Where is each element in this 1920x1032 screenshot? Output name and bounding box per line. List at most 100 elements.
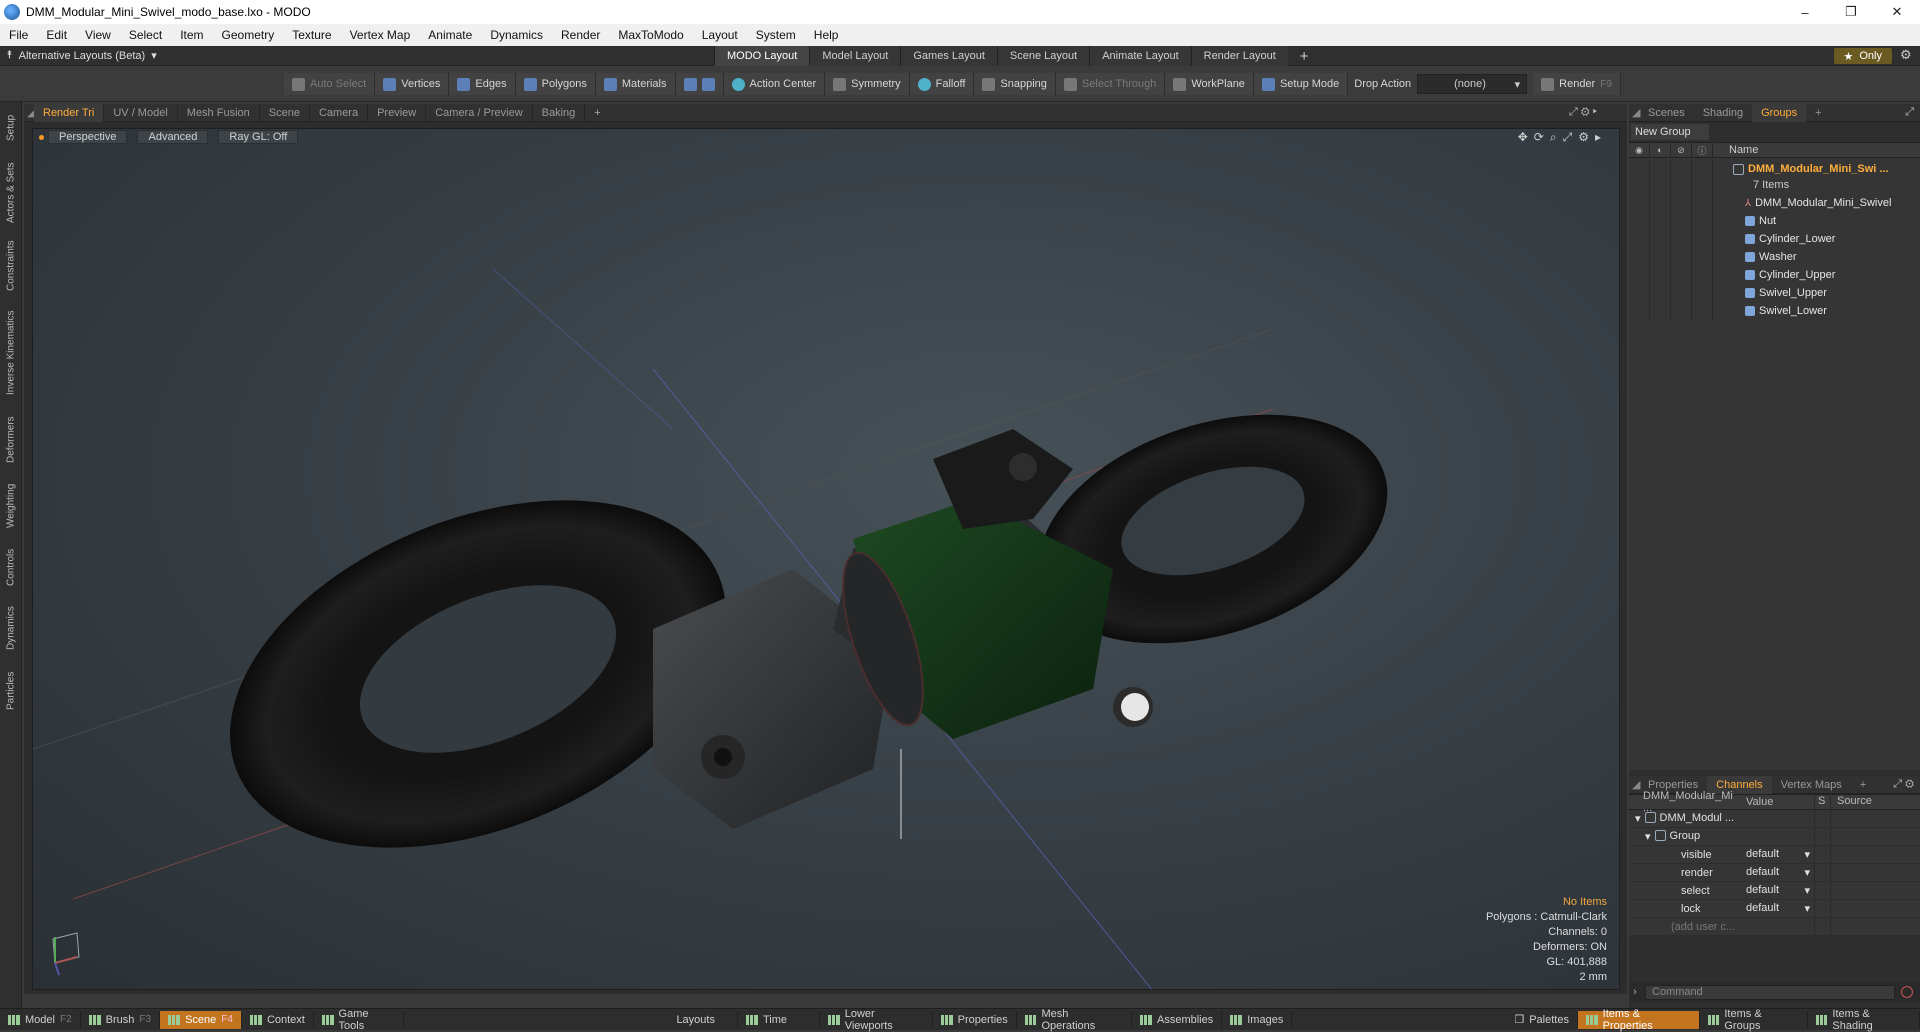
- collapse-arrow-icon[interactable]: ▾: [1635, 812, 1641, 825]
- menu-dynamics[interactable]: Dynamics: [481, 28, 552, 42]
- channel-root-row[interactable]: ▾ DMM_Modul ...: [1629, 809, 1920, 828]
- brush-button[interactable]: Brush F3: [81, 1010, 161, 1029]
- model-button[interactable]: Model F2: [0, 1010, 81, 1029]
- channel-row-select[interactable]: select default ▾: [1629, 881, 1920, 900]
- render-button[interactable]: Render F9: [1533, 73, 1621, 95]
- close-button[interactable]: ✕: [1874, 0, 1920, 24]
- vtab-particles[interactable]: Particles: [3, 664, 19, 718]
- select-through-button[interactable]: Select Through: [1055, 73, 1166, 95]
- time-button[interactable]: Time: [738, 1010, 821, 1029]
- tab-vertex-maps[interactable]: Vertex Maps: [1772, 776, 1851, 794]
- minimize-button[interactable]: –: [1782, 0, 1828, 24]
- expand-icon[interactable]: ⤢ ⚙: [1893, 778, 1914, 791]
- channel-group-row[interactable]: ▾ Group: [1629, 827, 1920, 846]
- new-group-button[interactable]: New Group: [1631, 124, 1709, 140]
- list-item[interactable]: Cylinder_Upper: [1629, 266, 1920, 284]
- menu-view[interactable]: View: [76, 28, 120, 42]
- tab-modo-layout[interactable]: MODO Layout: [714, 46, 810, 66]
- chevron-right-icon[interactable]: ▸: [1595, 130, 1601, 145]
- game-tools-button[interactable]: Game Tools: [314, 1008, 405, 1032]
- list-item[interactable]: Cylinder_Lower: [1629, 230, 1920, 248]
- tab-model-layout[interactable]: Model Layout: [809, 46, 901, 66]
- add-tab-icon[interactable]: +: [585, 104, 609, 122]
- name-column-header[interactable]: Name: [1713, 144, 1758, 156]
- rotate-icon[interactable]: ⟳: [1534, 130, 1544, 145]
- palettes-button[interactable]: ❐ Palettes: [1506, 1010, 1578, 1029]
- expand-icon[interactable]: ⤢ ⚙ ▸: [1569, 106, 1597, 119]
- list-item[interactable]: ⅄ DMM_Modular_Mini_Swivel: [1629, 194, 1920, 212]
- add-user-channel-row[interactable]: (add user c...: [1629, 917, 1920, 936]
- tab-render-tri[interactable]: Render Tri: [34, 103, 105, 122]
- channel-value-select[interactable]: default ▾: [1742, 902, 1814, 915]
- menu-maxtomodo[interactable]: MaxToModo: [609, 28, 692, 42]
- tab-scene-layout[interactable]: Scene Layout: [996, 46, 1090, 66]
- raygl-button[interactable]: Ray GL: Off: [218, 130, 299, 144]
- item-mode-button[interactable]: [675, 73, 724, 95]
- tab-preview[interactable]: Preview: [368, 103, 427, 122]
- channel-source-header[interactable]: Source: [1830, 795, 1920, 809]
- vtab-weighting[interactable]: Weighting: [3, 478, 19, 534]
- command-circle-icon[interactable]: [1901, 986, 1913, 998]
- channel-value-select[interactable]: default ▾: [1742, 848, 1814, 861]
- vtab-dynamics[interactable]: Dynamics: [3, 600, 19, 656]
- vtab-inverse-kinematics[interactable]: Inverse Kinematics: [3, 304, 19, 402]
- vtab-constraints[interactable]: Constraints: [3, 236, 19, 296]
- maximize-button[interactable]: ❐: [1828, 0, 1874, 24]
- list-item[interactable]: Washer: [1629, 248, 1920, 266]
- images-button[interactable]: Images: [1222, 1010, 1293, 1029]
- tab-camera-preview[interactable]: Camera / Preview: [426, 103, 533, 122]
- setup-mode-button[interactable]: Setup Mode: [1253, 73, 1349, 95]
- pan-icon[interactable]: ✥: [1518, 130, 1528, 145]
- zoom-icon[interactable]: ⌕: [1550, 130, 1557, 145]
- tab-animate-layout[interactable]: Animate Layout: [1089, 46, 1191, 66]
- items-properties-button[interactable]: Items & Properties: [1577, 1008, 1700, 1032]
- panel-handle-icon[interactable]: ◢: [24, 106, 35, 119]
- lock-col-icon[interactable]: ⊘: [1671, 142, 1692, 158]
- context-button[interactable]: Context: [242, 1010, 314, 1029]
- menu-layout[interactable]: Layout: [693, 28, 747, 42]
- tab-uv-model[interactable]: UV / Model: [104, 103, 178, 122]
- menu-vertex-map[interactable]: Vertex Map: [341, 28, 420, 42]
- menu-item[interactable]: Item: [171, 28, 212, 42]
- mesh-operations-button[interactable]: Mesh Operations: [1017, 1008, 1132, 1032]
- channel-row-render[interactable]: render default ▾: [1629, 863, 1920, 882]
- collapse-arrow-icon[interactable]: ▾: [1645, 830, 1651, 843]
- list-item[interactable]: Swivel_Lower: [1629, 302, 1920, 320]
- menu-edit[interactable]: Edit: [37, 28, 76, 42]
- tab-render-layout[interactable]: Render Layout: [1190, 46, 1288, 66]
- advanced-button[interactable]: Advanced: [137, 130, 209, 144]
- add-tab-icon[interactable]: +: [1806, 104, 1830, 122]
- add-layout-icon[interactable]: +: [1288, 46, 1321, 66]
- channel-name-header[interactable]: DMM_Modular_Mi ...: [1629, 790, 1742, 814]
- materials-button[interactable]: Materials: [595, 73, 676, 95]
- assemblies-button[interactable]: Assemblies: [1132, 1010, 1223, 1029]
- snapping-button[interactable]: Snapping: [974, 73, 1056, 95]
- viewport-menu-dot-icon[interactable]: [39, 134, 44, 140]
- vtab-actors-sets[interactable]: Actors & Sets: [3, 156, 19, 230]
- gear-icon[interactable]: ⚙: [1578, 130, 1589, 145]
- list-item[interactable]: Swivel_Upper: [1629, 284, 1920, 302]
- add-tab-icon[interactable]: +: [1851, 776, 1875, 794]
- vtab-setup[interactable]: Setup: [3, 108, 19, 148]
- layouts-button[interactable]: Layouts: [654, 1010, 738, 1029]
- scene-button[interactable]: Scene F4: [160, 1010, 242, 1029]
- command-input[interactable]: Command: [1645, 984, 1895, 1000]
- menu-texture[interactable]: Texture: [283, 28, 340, 42]
- vtab-controls[interactable]: Controls: [3, 542, 19, 592]
- collapse-arrow-icon[interactable]: ⯭: [6, 49, 13, 62]
- channel-value-select[interactable]: default ▾: [1742, 866, 1814, 879]
- menu-select[interactable]: Select: [120, 28, 171, 42]
- lower-viewports-button[interactable]: Lower Viewports: [820, 1008, 933, 1032]
- workplane-button[interactable]: WorkPlane: [1165, 73, 1254, 95]
- tab-baking[interactable]: Baking: [533, 103, 586, 122]
- menu-help[interactable]: Help: [805, 28, 848, 42]
- tab-scene[interactable]: Scene: [260, 103, 310, 122]
- menu-geometry[interactable]: Geometry: [213, 28, 284, 42]
- channel-value-header[interactable]: Value: [1742, 796, 1814, 808]
- select-col-icon[interactable]: ⓘ: [1692, 142, 1713, 158]
- gear-icon[interactable]: ⚙: [1900, 48, 1914, 62]
- expand-icon[interactable]: ⤢: [1905, 106, 1914, 119]
- channel-row-lock[interactable]: lock default ▾: [1629, 899, 1920, 918]
- menu-render[interactable]: Render: [552, 28, 609, 42]
- vertices-button[interactable]: Vertices: [375, 73, 450, 95]
